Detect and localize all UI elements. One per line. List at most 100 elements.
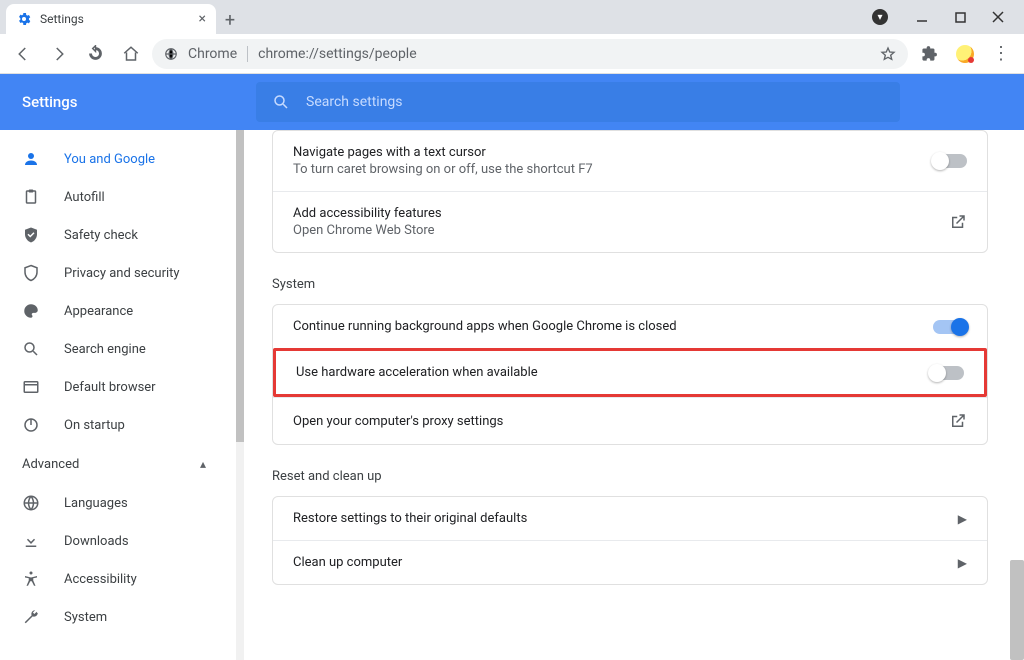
browser-tab[interactable]: Settings × [6,4,216,34]
row-title: Clean up computer [293,555,958,570]
sidebar-item-label: Languages [64,496,128,511]
sidebar-item-label: Search engine [64,342,146,357]
chevron-right-icon: ▶ [958,556,967,570]
extensions-icon[interactable] [914,39,944,69]
sidebar-item-privacy[interactable]: Privacy and security [0,254,236,292]
sidebar-item-label: Appearance [64,304,133,319]
sidebar-item-system[interactable]: System [0,598,236,636]
content-scrollbar[interactable] [1010,204,1024,660]
new-tab-button[interactable]: + [216,6,244,34]
accessibility-card: Navigate pages with a text cursor To tur… [272,130,988,253]
sidebar-item-label: Safety check [64,228,138,243]
sidebar-item-appearance[interactable]: Appearance [0,292,236,330]
sidebar-item-label: Autofill [64,190,105,205]
caret-browsing-row: Navigate pages with a text cursor To tur… [273,131,987,191]
sidebar-item-languages[interactable]: Languages [0,484,236,522]
minimize-button[interactable] [914,9,930,25]
external-link-icon [949,412,967,430]
chevron-right-icon: ▶ [958,512,967,526]
reset-card: Restore settings to their original defau… [272,496,988,585]
system-section-title: System [272,277,988,292]
row-title: Add accessibility features [293,206,949,221]
palette-icon [22,302,42,320]
back-button[interactable] [8,39,38,69]
clipboard-icon [22,188,42,206]
sidebar-item-label: You and Google [64,152,155,167]
restore-defaults-row[interactable]: Restore settings to their original defau… [273,497,987,540]
advanced-label: Advanced [22,457,79,472]
settings-content: Navigate pages with a text cursor To tur… [236,130,1024,660]
person-icon [22,150,42,168]
browser-icon [22,378,42,396]
sidebar-item-accessibility[interactable]: Accessibility [0,560,236,598]
proxy-settings-row[interactable]: Open your computer's proxy settings [273,397,987,444]
caret-browsing-toggle[interactable] [933,154,967,168]
forward-button[interactable] [44,39,74,69]
settings-sidebar: You and Google Autofill Safety check Pri… [0,130,236,660]
shield-check-icon [22,226,42,244]
sidebar-item-on-startup[interactable]: On startup [0,406,236,444]
row-title: Open your computer's proxy settings [293,414,949,429]
settings-gear-icon [16,11,32,27]
download-icon [22,532,42,550]
bookmark-star-icon[interactable] [880,46,896,62]
shield-icon [22,264,42,282]
row-title: Restore settings to their original defau… [293,511,958,526]
omnibox-divider [247,46,248,62]
search-icon [22,340,42,358]
system-card: Continue running background apps when Go… [272,304,988,445]
browser-toolbar: Chrome chrome://settings/people ⋮ [0,34,1024,74]
home-button[interactable] [116,39,146,69]
settings-title: Settings [0,93,256,111]
accessibility-features-row[interactable]: Add accessibility features Open Chrome W… [273,191,987,252]
omnibox-url: chrome://settings/people [258,46,417,62]
sidebar-item-search-engine[interactable]: Search engine [0,330,236,368]
address-bar[interactable]: Chrome chrome://settings/people [152,39,908,69]
tab-title: Settings [40,12,84,26]
hardware-acceleration-toggle[interactable] [930,366,964,380]
reload-button[interactable] [80,39,110,69]
sidebar-advanced-toggle[interactable]: Advanced ▴ [0,444,236,484]
sidebar-item-label: Default browser [64,380,156,395]
sidebar-item-label: Accessibility [64,572,137,587]
wrench-icon [22,608,42,626]
sidebar-item-label: Downloads [64,534,129,549]
chrome-menu-button[interactable]: ⋮ [986,39,1016,69]
close-window-button[interactable] [990,9,1006,25]
window-titlebar: Settings × + ▾ [0,0,1024,34]
chevron-up-icon: ▴ [200,457,206,471]
sidebar-item-autofill[interactable]: Autofill [0,178,236,216]
close-tab-icon[interactable]: × [199,11,206,27]
hardware-acceleration-row: Use hardware acceleration when available [273,348,987,397]
sidebar-item-default-browser[interactable]: Default browser [0,368,236,406]
maximize-button[interactable] [952,9,968,25]
row-title: Navigate pages with a text cursor [293,145,933,160]
sidebar-item-label: System [64,610,107,625]
background-apps-row: Continue running background apps when Go… [273,305,987,348]
sidebar-item-you-and-google[interactable]: You and Google [0,140,236,178]
sidebar-item-safety-check[interactable]: Safety check [0,216,236,254]
sidebar-item-label: Privacy and security [64,266,180,281]
settings-header: Settings Search settings [0,74,1024,130]
external-link-icon [949,213,967,231]
background-apps-toggle[interactable] [933,320,967,334]
search-placeholder: Search settings [306,94,403,110]
profile-avatar-icon[interactable] [950,39,980,69]
globe-icon [22,494,42,512]
row-title: Use hardware acceleration when available [296,365,930,380]
window-controls: ▾ [872,0,1024,34]
cleanup-computer-row[interactable]: Clean up computer ▶ [273,540,987,584]
scrollbar-thumb[interactable] [1010,560,1024,660]
search-icon [272,93,290,111]
reset-section-title: Reset and clean up [272,469,988,484]
accessibility-icon [22,570,42,588]
sidebar-item-label: On startup [64,418,125,433]
site-info-icon[interactable] [164,47,178,61]
row-title: Continue running background apps when Go… [293,319,933,334]
row-subtitle: To turn caret browsing on or off, use th… [293,162,933,177]
settings-search-input[interactable]: Search settings [256,82,900,122]
row-subtitle: Open Chrome Web Store [293,223,949,238]
omnibox-prefix: Chrome [188,46,237,62]
account-indicator-icon[interactable]: ▾ [872,9,888,25]
sidebar-item-downloads[interactable]: Downloads [0,522,236,560]
